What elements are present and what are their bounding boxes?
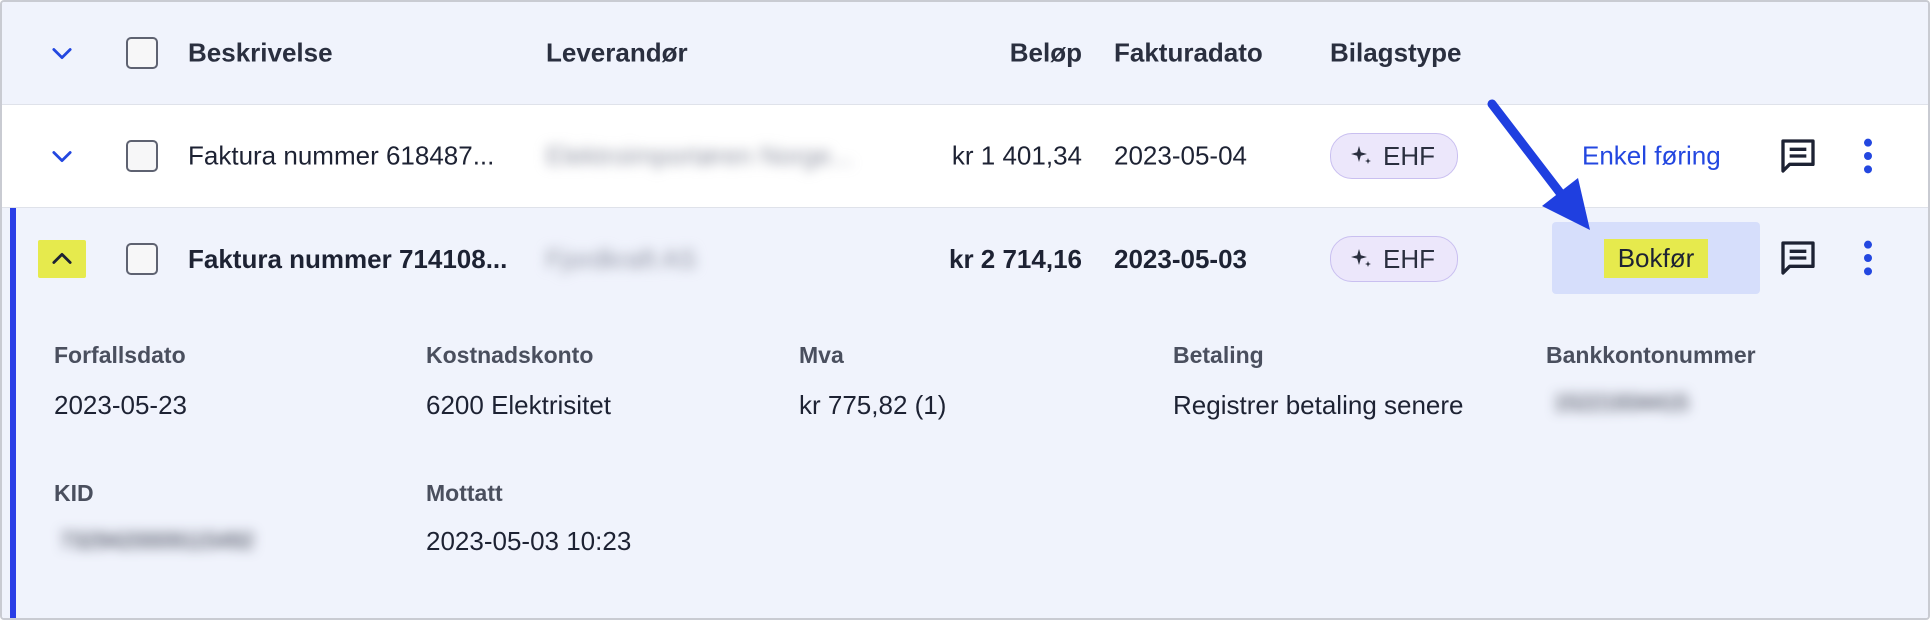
payment-value: Registrer betaling senere: [1173, 390, 1464, 420]
simple-entry-link[interactable]: Enkel føring: [1582, 141, 1721, 172]
table-row-expanded[interactable]: Faktura nummer 714108... Fjordkraft AS k…: [2, 208, 1928, 618]
expand-all-toggle[interactable]: [46, 37, 78, 69]
vat-value: kr 775,82 (1): [799, 390, 947, 420]
invoice-table: Beskrivelse Leverandør Beløp Fakturadato…: [0, 0, 1930, 620]
chevron-down-icon: [52, 151, 72, 163]
more-vertical-icon: [1864, 138, 1872, 174]
bank-account-label: Bankkontonummer: [1546, 342, 1756, 368]
comment-icon: [1781, 139, 1815, 173]
row-amount: kr 1 401,34: [951, 140, 1082, 171]
more-vertical-icon: [1864, 240, 1872, 276]
cost-account-label: Kostnadskonto: [426, 342, 594, 368]
due-date-label: Forfallsdato: [54, 342, 186, 368]
row-checkbox[interactable]: [126, 140, 158, 172]
row-vendor: Elektroimportøren Norge...: [546, 140, 853, 171]
more-options-button[interactable]: [1860, 238, 1876, 278]
row-collapse-toggle[interactable]: [38, 240, 86, 278]
chevron-up-icon: [52, 252, 72, 264]
column-header-amount[interactable]: Beløp: [1010, 38, 1082, 69]
sparkle-icon: [1351, 249, 1371, 267]
row-checkbox[interactable]: [126, 243, 158, 275]
received-value: 2023-05-03 10:23: [426, 526, 632, 556]
chevron-down-icon: [52, 48, 72, 60]
doc-type-badge: EHF: [1330, 236, 1458, 282]
more-options-button[interactable]: [1860, 136, 1876, 176]
row-expand-toggle[interactable]: [46, 140, 78, 172]
doc-type-label: EHF: [1383, 243, 1435, 274]
comment-icon: [1781, 241, 1815, 275]
column-header-doc-type[interactable]: Bilagstype: [1330, 38, 1462, 69]
due-date-value: 2023-05-23: [54, 390, 187, 420]
column-header-description[interactable]: Beskrivelse: [188, 38, 333, 69]
kid-label: KID: [54, 480, 94, 506]
table-header: Beskrivelse Leverandør Beløp Fakturadato…: [2, 2, 1928, 105]
column-header-vendor[interactable]: Leverandør: [546, 38, 688, 69]
row-invoice-date: 2023-05-04: [1114, 140, 1247, 171]
bank-account-value: 15221934415: [1554, 390, 1689, 415]
vat-label: Mva: [799, 342, 844, 368]
select-all-checkbox[interactable]: [126, 37, 158, 69]
doc-type-badge: EHF: [1330, 133, 1458, 179]
received-label: Mottatt: [426, 480, 503, 506]
expanded-row-indicator: [10, 208, 16, 618]
doc-type-label: EHF: [1383, 140, 1435, 171]
row-invoice-date: 2023-05-03: [1114, 244, 1247, 274]
comment-button[interactable]: [1778, 136, 1818, 176]
cost-account-value: 6200 Elektrisitet: [426, 390, 611, 420]
column-header-invoice-date[interactable]: Fakturadato: [1114, 38, 1263, 69]
row-description: Faktura nummer 618487...: [188, 140, 495, 171]
kid-value: 7329420009115492: [60, 528, 255, 553]
row-description: Faktura nummer 714108...: [188, 244, 508, 274]
sparkle-icon: [1351, 146, 1371, 164]
payment-label: Betaling: [1173, 342, 1264, 368]
post-button-label: Bokfør: [1603, 238, 1709, 278]
row-amount: kr 2 714,16: [948, 244, 1082, 274]
table-row[interactable]: Faktura nummer 618487... Elektroimportør…: [2, 105, 1928, 208]
comment-button[interactable]: [1778, 238, 1818, 278]
row-vendor: Fjordkraft AS: [546, 244, 697, 274]
post-button[interactable]: Bokfør: [1552, 222, 1760, 294]
